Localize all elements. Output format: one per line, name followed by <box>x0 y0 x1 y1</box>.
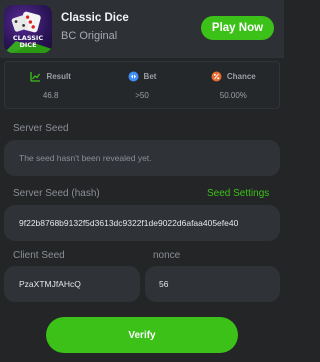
seed-settings-link[interactable]: Seed Settings <box>207 188 269 199</box>
stat-bet-value: >50 <box>135 91 149 100</box>
stat-chance: Chance 50.00% <box>188 62 279 108</box>
server-seed-hash-label: Server Seed (hash) <box>13 188 100 199</box>
logo-text-dice: DICE <box>19 41 36 49</box>
stat-bet: Bet >50 <box>96 62 187 108</box>
nonce-label: nonce <box>153 250 181 261</box>
game-logo: CLASSIC DICE <box>4 5 52 53</box>
server-seed-label: Server Seed <box>13 123 69 134</box>
percent-icon <box>211 71 222 82</box>
game-title: Classic Dice <box>61 12 129 24</box>
stat-result-label: Result <box>46 72 71 81</box>
seed-verify-panel: CLASSIC DICE Classic Dice BC Original Pl… <box>0 0 284 362</box>
stat-bet-label: Bet <box>143 72 157 81</box>
trend-icon <box>30 71 41 82</box>
bet-icon <box>128 71 139 82</box>
game-subtitle: BC Original <box>61 30 118 42</box>
game-header: CLASSIC DICE Classic Dice BC Original Pl… <box>0 0 284 58</box>
server-seed-hash-field[interactable]: 9f22b8768b9132f5d3613dc9322f1de9022d6afa… <box>4 205 280 241</box>
nonce-field[interactable]: 56 <box>145 266 280 302</box>
bet-stats: Result 46.8 Bet >50 Chance 50.00% <box>4 61 280 109</box>
client-seed-label: Client Seed <box>13 250 65 261</box>
stat-result-value: 46.8 <box>42 91 59 100</box>
server-seed-field[interactable]: The seed hasn't been revealed yet. <box>4 140 280 176</box>
play-now-button[interactable]: Play Now <box>201 16 274 40</box>
verify-button[interactable]: Verify <box>46 317 238 353</box>
stat-chance-label: Chance <box>226 72 256 81</box>
stat-chance-value: 50.00% <box>219 91 247 100</box>
client-seed-field[interactable]: PzaXTMJfAHcQ <box>4 266 140 302</box>
stat-result: Result 46.8 <box>5 62 96 108</box>
